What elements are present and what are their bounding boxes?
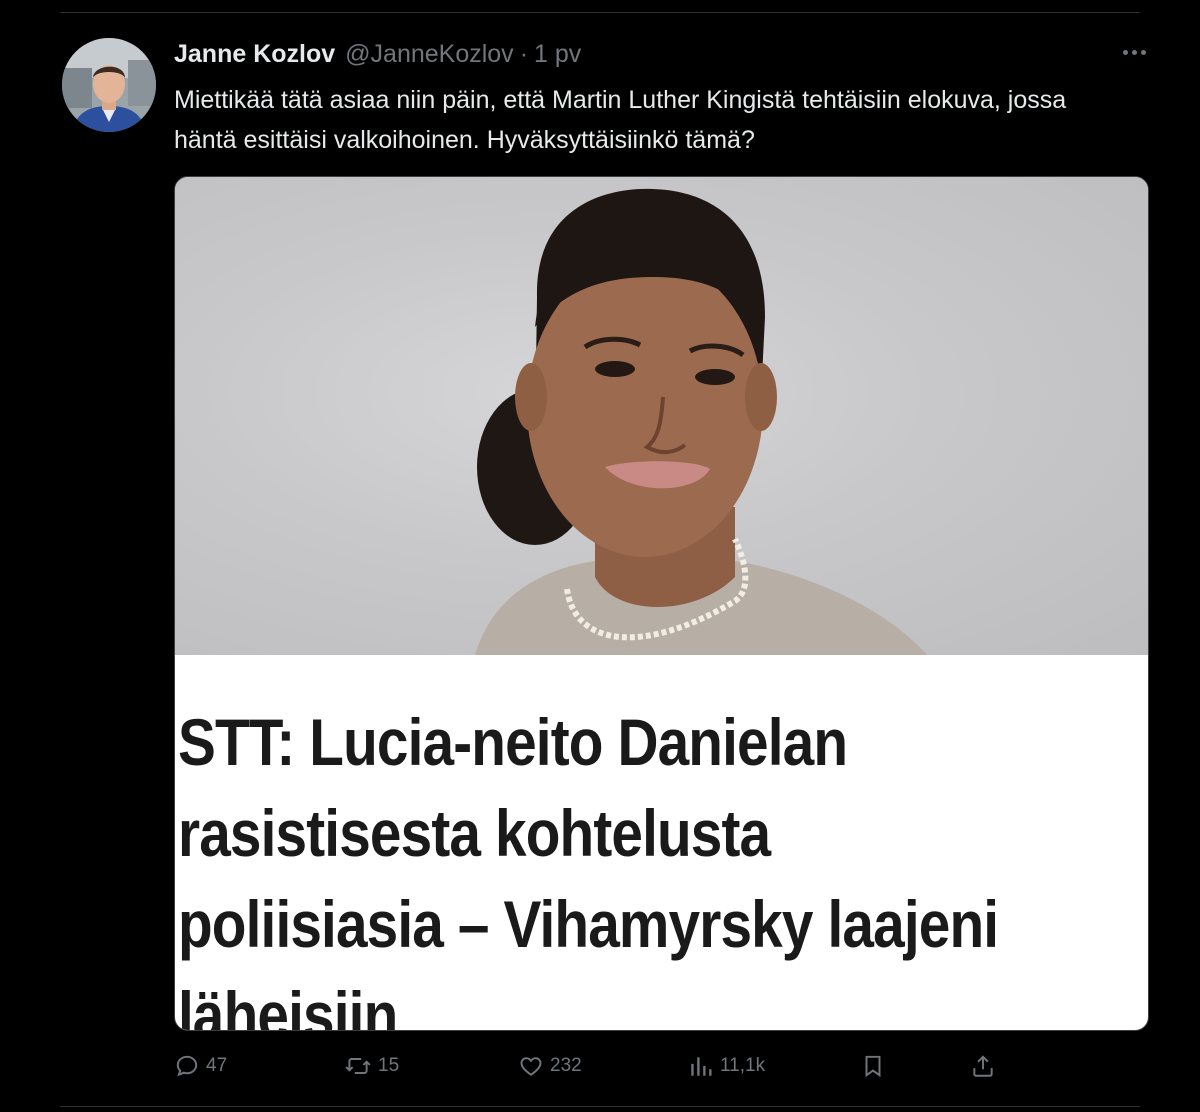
repost-button[interactable]: 15 <box>344 1046 399 1086</box>
tweet-text: Miettikää tätä asiaa niin päin, että Mar… <box>174 86 1067 154</box>
headline-line: läheisiin <box>178 978 398 1031</box>
avatar[interactable] <box>62 38 156 132</box>
tweet-screenshot: Janne Kozlov @JanneKozlov · 1 pv Miettik… <box>0 0 1200 1112</box>
reply-count: 47 <box>206 1055 228 1076</box>
article-photo <box>175 177 1148 655</box>
headline-line: STT: Lucia-neito Danielan <box>178 705 848 779</box>
avatar-photo <box>62 38 156 132</box>
media-card[interactable]: STT: Lucia-neito Danielan rasistisesta k… <box>174 176 1149 1031</box>
bottom-divider <box>60 1106 1140 1107</box>
separator-dot: · <box>519 39 529 68</box>
author-name[interactable]: Janne Kozlov <box>174 40 335 69</box>
views-button[interactable]: 11,1k <box>688 1046 765 1086</box>
more-dots-icon[interactable] <box>1117 38 1151 66</box>
action-bar: 47 15 232 11,1k <box>174 1046 1004 1086</box>
headline-line: poliisiasia – Vihamyrsky laajeni <box>178 887 999 961</box>
reply-icon <box>176 1055 198 1077</box>
post-time[interactable]: 1 pv <box>534 40 581 69</box>
article-headline: STT: Lucia-neito Danielan rasistisesta k… <box>178 697 1004 1031</box>
author-handle[interactable]: @JanneKozlov <box>345 40 514 69</box>
like-count: 232 <box>550 1055 582 1076</box>
like-button[interactable]: 232 <box>518 1046 582 1086</box>
bookmark-icon <box>865 1055 881 1078</box>
share-button[interactable] <box>970 1046 996 1086</box>
repost-count: 15 <box>378 1055 400 1076</box>
tweet-header: Janne Kozlov @JanneKozlov · 1 pv <box>174 38 581 70</box>
repost-icon <box>345 1058 371 1074</box>
reply-button[interactable]: 47 <box>174 1046 227 1086</box>
views-count: 11,1k <box>720 1055 766 1076</box>
top-divider <box>60 12 1140 13</box>
views-chart-icon <box>691 1057 712 1076</box>
headline-line: rasistisesta kohtelusta <box>178 796 771 870</box>
heart-icon <box>520 1057 542 1076</box>
bookmark-button[interactable] <box>860 1046 886 1086</box>
share-upload-icon <box>973 1055 993 1077</box>
